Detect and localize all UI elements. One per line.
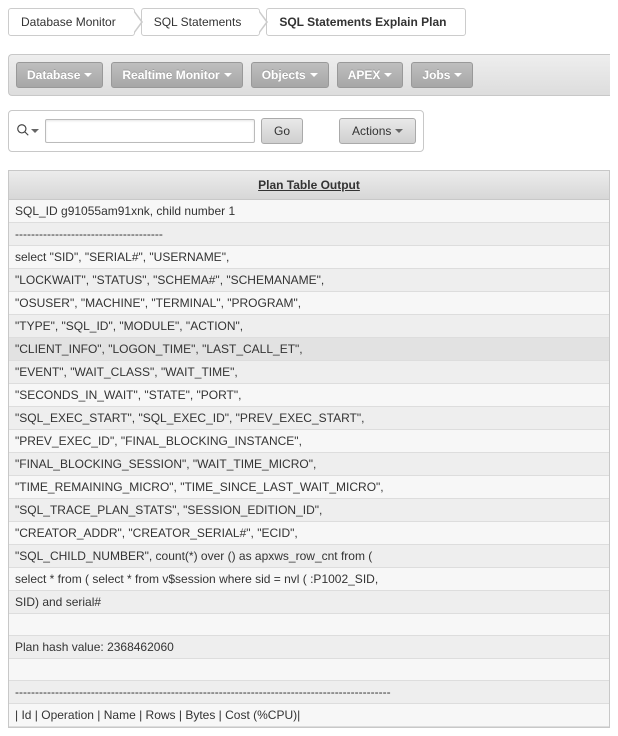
- menu-jobs[interactable]: Jobs: [411, 62, 473, 88]
- menu-label: APEX: [348, 68, 381, 82]
- plan-table-body: SQL_ID g91055am91xnk, child number 1----…: [9, 200, 609, 727]
- chevron-down-icon: [84, 73, 92, 77]
- plan-row: "EVENT", "WAIT_CLASS", "WAIT_TIME",: [9, 361, 609, 384]
- menu-toolbar: Database Realtime Monitor Objects APEX J…: [8, 54, 610, 96]
- search-bar: Go Actions: [8, 110, 424, 152]
- search-input[interactable]: [45, 119, 255, 143]
- breadcrumb-item-sql-statements[interactable]: SQL Statements: [141, 8, 261, 36]
- search-column-selector[interactable]: [16, 123, 39, 140]
- chevron-down-icon: [31, 129, 39, 133]
- plan-row: "CLIENT_INFO", "LOGON_TIME", "LAST_CALL_…: [9, 338, 609, 361]
- plan-table: Plan Table Output SQL_ID g91055am91xnk, …: [8, 170, 610, 728]
- plan-row: "OSUSER", "MACHINE", "TERMINAL", "PROGRA…: [9, 292, 609, 315]
- plan-row: select * from ( select * from v$session …: [9, 568, 609, 591]
- menu-label: Realtime Monitor: [122, 68, 219, 82]
- actions-button[interactable]: Actions: [339, 118, 416, 144]
- plan-row: "TYPE", "SQL_ID", "MODULE", "ACTION",: [9, 315, 609, 338]
- plan-row: "TIME_REMAINING_MICRO", "TIME_SINCE_LAST…: [9, 476, 609, 499]
- plan-row: Plan hash value: 2368462060: [9, 636, 609, 659]
- breadcrumb: Database Monitor SQL Statements SQL Stat…: [8, 8, 610, 36]
- search-icon: [16, 123, 30, 140]
- plan-row: "SQL_CHILD_NUMBER", count(*) over () as …: [9, 545, 609, 568]
- chevron-down-icon: [224, 73, 232, 77]
- chevron-down-icon: [384, 73, 392, 77]
- chevron-down-icon: [310, 73, 318, 77]
- chevron-down-icon: [454, 73, 462, 77]
- plan-row: "SQL_EXEC_START", "SQL_EXEC_ID", "PREV_E…: [9, 407, 609, 430]
- plan-table-header[interactable]: Plan Table Output: [9, 171, 609, 200]
- menu-realtime-monitor[interactable]: Realtime Monitor: [111, 62, 242, 88]
- plan-row: select "SID", "SERIAL#", "USERNAME",: [9, 246, 609, 269]
- menu-label: Jobs: [422, 68, 450, 82]
- plan-row: "PREV_EXEC_ID", "FINAL_BLOCKING_INSTANCE…: [9, 430, 609, 453]
- menu-objects[interactable]: Objects: [251, 62, 329, 88]
- menu-label: Database: [27, 68, 80, 82]
- plan-row: "SQL_TRACE_PLAN_STATS", "SESSION_EDITION…: [9, 499, 609, 522]
- plan-row: "CREATOR_ADDR", "CREATOR_SERIAL#", "ECID…: [9, 522, 609, 545]
- plan-row: "SECONDS_IN_WAIT", "STATE", "PORT",: [9, 384, 609, 407]
- plan-row: "FINAL_BLOCKING_SESSION", "WAIT_TIME_MIC…: [9, 453, 609, 476]
- plan-row: [9, 614, 609, 636]
- breadcrumb-item-database-monitor[interactable]: Database Monitor: [8, 8, 135, 36]
- chevron-down-icon: [395, 129, 403, 133]
- menu-apex[interactable]: APEX: [337, 62, 404, 88]
- menu-label: Objects: [262, 68, 306, 82]
- plan-row: | Id | Operation | Name | Rows | Bytes |…: [9, 704, 609, 727]
- plan-row: SQL_ID g91055am91xnk, child number 1: [9, 200, 609, 223]
- plan-row: -------------------------------------: [9, 223, 609, 246]
- go-button[interactable]: Go: [261, 118, 303, 144]
- plan-row: "LOCKWAIT", "STATUS", "SCHEMA#", "SCHEMA…: [9, 269, 609, 292]
- plan-row: ----------------------------------------…: [9, 681, 609, 704]
- menu-database[interactable]: Database: [16, 62, 103, 88]
- plan-row: [9, 659, 609, 681]
- actions-label: Actions: [352, 124, 391, 138]
- plan-row: SID) and serial#: [9, 591, 609, 614]
- breadcrumb-item-explain-plan: SQL Statements Explain Plan: [266, 8, 465, 36]
